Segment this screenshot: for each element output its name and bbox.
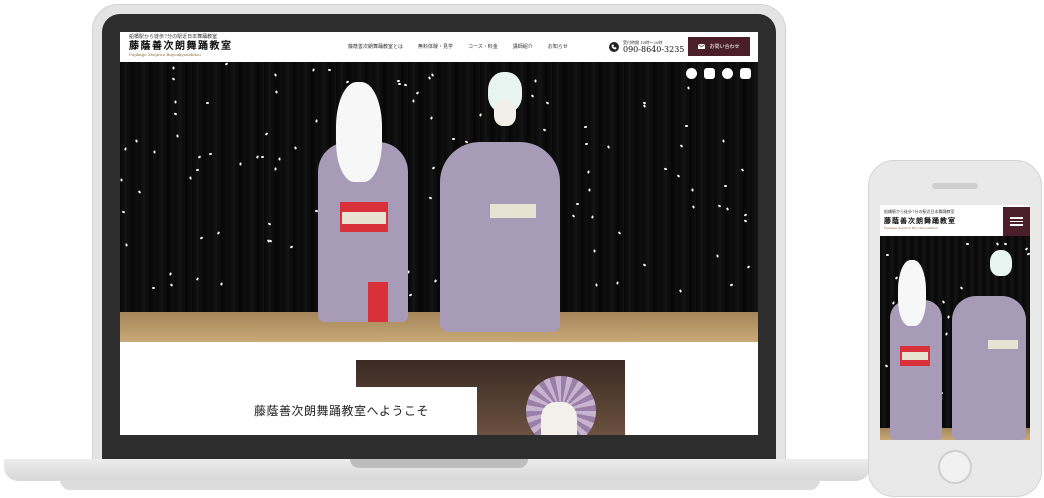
device-mockup-stage: 船橋駅から徒歩7分の駅近日本舞踊教室 藤蔭善次朗舞踊教室 Fujikage Ze… <box>0 0 1044 498</box>
phone-home-button <box>938 450 972 484</box>
phone-icon <box>609 42 619 52</box>
nav-item-courses[interactable]: コース・料金 <box>468 43 498 50</box>
dancer-right <box>420 72 570 332</box>
menu-icon <box>1010 217 1023 219</box>
instagram-icon[interactable] <box>704 68 715 79</box>
petal <box>311 68 315 72</box>
logo-title: 藤蔭善次朗舞踊教室 <box>129 41 233 52</box>
petal <box>206 101 210 104</box>
hamburger-menu-button[interactable] <box>1003 207 1030 236</box>
logo-tagline: 船橋駅から徒歩7分の駅近日本舞踊教室 <box>129 34 218 40</box>
petal <box>721 139 725 143</box>
mobile-dancer-left <box>886 260 946 440</box>
dancer-left <box>308 82 418 322</box>
petal <box>208 152 213 155</box>
petal <box>274 167 277 171</box>
phone-screen: 船橋駅から徒歩7分の駅近日本舞踊教室 藤蔭善次朗舞踊教室 Fujikage Ze… <box>880 205 1030 440</box>
petal <box>175 134 179 138</box>
petal <box>616 280 619 285</box>
petal <box>595 283 598 287</box>
logo-roman: Fujikage Zenjirou Buyoukyoushitsu <box>129 52 201 57</box>
petal <box>173 100 177 104</box>
petal <box>171 66 175 70</box>
mobile-logo-roman: Fujikage Zenjirou Buyoukyoushitsu <box>884 226 938 230</box>
main-nav: 藤蔭善次朗舞踊教室とは 無料体験・見学 コース・料金 講師紹介 お知らせ <box>348 43 583 50</box>
mobile-header: 船橋駅から徒歩7分の駅近日本舞踊教室 藤蔭善次朗舞踊教室 Fujikage Ze… <box>880 205 1030 236</box>
nav-item-news[interactable]: お知らせ <box>548 43 568 50</box>
petal <box>593 249 596 253</box>
mail-icon <box>698 44 706 49</box>
mobile-hero-image <box>880 236 1030 440</box>
petal <box>195 168 200 171</box>
petal <box>965 242 969 245</box>
laptop-screen: 船橋駅から徒歩7分の駅近日本舞踊教室 藤蔭善次朗舞踊教室 Fujikage Ze… <box>120 32 758 435</box>
welcome-section: 藤蔭善次朗舞踊教室へようこそ <box>120 342 758 435</box>
petal <box>678 288 682 293</box>
contact-button[interactable]: お問い合わせ <box>688 37 750 56</box>
petal <box>591 215 594 219</box>
facebook-icon[interactable] <box>722 68 733 79</box>
petal <box>691 205 695 209</box>
nav-item-about[interactable]: 藤蔭善次朗舞踊教室とは <box>348 43 403 50</box>
mobile-dancer-right <box>946 250 1028 440</box>
welcome-card: 藤蔭善次朗舞踊教室へようこそ <box>240 387 477 435</box>
laptop-base-shadow <box>60 480 820 490</box>
hero-image <box>120 62 758 342</box>
petal <box>260 155 264 158</box>
laptop-notch <box>350 459 528 468</box>
site-logo[interactable]: 船橋駅から徒歩7分の駅近日本舞踊教室 藤蔭善次朗舞踊教室 Fujikage Ze… <box>129 34 233 58</box>
phone-contact[interactable]: 受付時間 10時〜20時 090-8640-3235 <box>609 40 684 54</box>
phone-speaker <box>932 183 978 189</box>
petal <box>152 149 156 154</box>
nav-item-trial[interactable]: 無料体験・見学 <box>418 43 453 50</box>
twitter-icon[interactable] <box>686 68 697 79</box>
petal <box>328 68 332 71</box>
contact-button-label: お問い合わせ <box>709 44 740 50</box>
petal <box>1003 242 1008 246</box>
welcome-title: 藤蔭善次朗舞踊教室へようこそ <box>254 404 430 418</box>
petal <box>120 178 123 182</box>
site-header: 船橋駅から徒歩7分の駅近日本舞踊教室 藤蔭善次朗舞踊教室 Fujikage Ze… <box>120 32 758 62</box>
mobile-logo-tagline: 船橋駅から徒歩7分の駅近日本舞踊教室 <box>884 209 955 214</box>
phone-number: 090-8640-3235 <box>623 45 685 54</box>
youtube-icon[interactable] <box>740 68 751 79</box>
nav-item-instructor[interactable]: 講師紹介 <box>513 43 533 50</box>
mobile-logo-title[interactable]: 藤蔭善次朗舞踊教室 <box>884 216 956 226</box>
petal <box>690 188 694 192</box>
petal <box>188 176 192 180</box>
social-links <box>686 68 751 79</box>
